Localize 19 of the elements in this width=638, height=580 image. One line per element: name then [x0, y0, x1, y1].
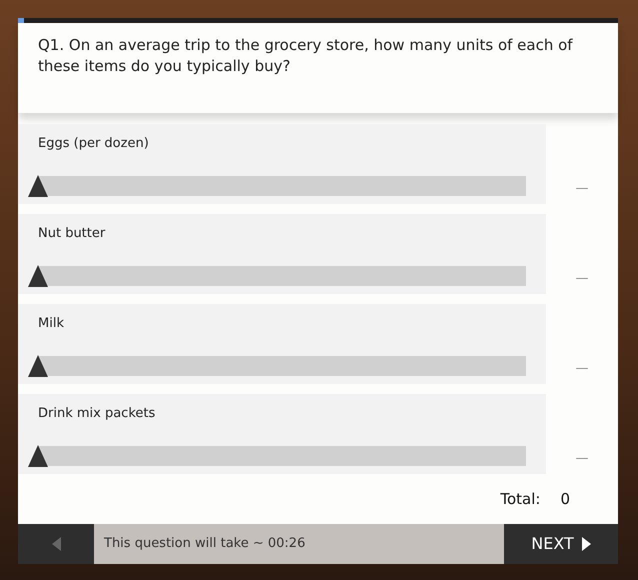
next-button[interactable]: NEXT: [504, 524, 618, 564]
question-text: Q1. On an average trip to the grocery store, how many units of each of these items do you typically buy?: [38, 35, 574, 77]
timer-text: This question will take ~ 00:26: [104, 535, 306, 554]
total-value: 0: [560, 488, 570, 510]
slider-thumb[interactable]: [28, 444, 48, 466]
item-label: Nut butter: [38, 225, 106, 243]
item-label: Drink mix packets: [38, 405, 156, 423]
slider-thumb[interactable]: [28, 174, 48, 196]
total-label: Total:: [500, 488, 540, 510]
value-reading: —: [576, 270, 588, 288]
item-label: Eggs (per dozen): [38, 135, 149, 153]
slider-thumb[interactable]: [28, 354, 48, 376]
item-label: Milk: [38, 315, 64, 333]
value-reading: —: [576, 450, 588, 468]
slider-thumb[interactable]: [28, 264, 48, 286]
value-reading: —: [576, 180, 588, 198]
value-reading: —: [576, 360, 588, 378]
left-arrow-icon: [52, 537, 60, 551]
right-arrow-icon: [582, 537, 591, 551]
